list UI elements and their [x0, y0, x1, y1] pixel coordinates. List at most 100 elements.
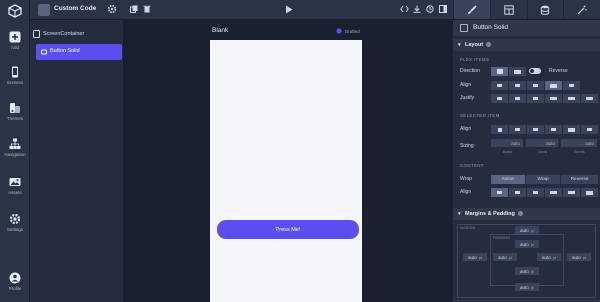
selected-align-label: Align: [460, 126, 472, 132]
duplicate-icon[interactable]: [130, 5, 138, 13]
direction-column-button[interactable]: [491, 67, 508, 76]
align-end-icon: [551, 128, 556, 131]
tab-layout[interactable]: [489, 0, 527, 19]
padding-left-value: auto: [497, 254, 507, 260]
code-icon[interactable]: [400, 5, 409, 13]
tab-data[interactable]: [526, 0, 564, 19]
project-name[interactable]: Custom Code: [54, 5, 96, 12]
sitemap-icon: [9, 138, 21, 149]
download-icon[interactable]: [413, 5, 421, 13]
play-icon[interactable]: [285, 5, 293, 14]
margin-right-field[interactable]: auto pt: [567, 253, 591, 261]
rail-screens[interactable]: Screens: [0, 66, 30, 85]
content-align-center-button[interactable]: [509, 188, 526, 197]
margins-section-title: Margins & Padding: [465, 211, 515, 217]
self-align-start-button[interactable]: [509, 125, 526, 134]
align-baseline-button[interactable]: [563, 81, 580, 90]
padding-bottom-field[interactable]: auto pt: [515, 267, 539, 275]
rail-settings[interactable]: Settings: [0, 213, 30, 232]
unit-label: pt: [530, 241, 535, 247]
screen-title: Blank: [212, 27, 229, 34]
collapse-panel-icon[interactable]: [439, 5, 447, 13]
padding-right-field[interactable]: auto pt: [537, 253, 561, 261]
tab-style[interactable]: [453, 0, 490, 19]
self-align-end-button[interactable]: [545, 125, 562, 134]
wrap-wrap-option[interactable]: Wrap: [526, 175, 560, 184]
content-align-start-button[interactable]: [491, 188, 508, 197]
justify-between-button[interactable]: [545, 94, 562, 103]
button-component-icon: [41, 49, 47, 55]
magic-wand-icon: [577, 5, 587, 14]
rail-profile[interactable]: Profile: [0, 272, 30, 291]
layout-section-header[interactable]: ▾ Layout: [453, 39, 600, 51]
padding-bottom-value: auto: [519, 268, 529, 274]
sizing-grow-input[interactable]: auto: [526, 139, 558, 147]
rail-profile-label: Profile: [8, 286, 22, 291]
rail-add-label: Add: [10, 45, 19, 50]
padding-left-field[interactable]: auto pt: [493, 253, 517, 261]
direction-row-button[interactable]: [509, 67, 526, 76]
sizing-shrink-input[interactable]: auto: [561, 139, 597, 147]
margin-bottom-value: auto: [519, 284, 529, 290]
justify-evenly-button[interactable]: [581, 94, 598, 103]
content-align-stretch-button[interactable]: [581, 188, 598, 197]
unit-label: pt: [530, 268, 535, 274]
tree-item-label: ScreenContainer: [43, 31, 85, 37]
align-stretch-button[interactable]: [545, 81, 562, 90]
justify-end-button[interactable]: [527, 94, 544, 103]
app-logo-icon[interactable]: [6, 3, 24, 19]
self-align-center-button[interactable]: [527, 125, 544, 134]
rail-screens-label: Screens: [6, 80, 24, 85]
self-align-stretch-button[interactable]: [563, 125, 580, 134]
content-align-around-button[interactable]: [563, 188, 580, 197]
tab-interactions[interactable]: [563, 0, 600, 19]
wrap-reverse-option[interactable]: Reverse: [561, 175, 598, 184]
trash-icon[interactable]: [143, 5, 151, 13]
rail-add[interactable]: Add: [0, 31, 30, 50]
unit-label: pt: [530, 284, 535, 290]
rail-navigation[interactable]: Navigation: [0, 138, 30, 157]
rail-assets[interactable]: Assets: [0, 176, 30, 195]
tree-item-button-solid[interactable]: Button Solid: [36, 44, 122, 60]
plus-icon: [9, 31, 21, 43]
self-align-none-button[interactable]: [491, 125, 508, 134]
rail-navigation-label: Navigation: [4, 152, 26, 157]
padding-top-value: auto: [519, 241, 529, 247]
shrink-caption: Shrink: [574, 150, 585, 154]
direction-buttons: [491, 67, 526, 76]
press-me-button[interactable]: Press Me!: [217, 220, 359, 239]
align-end-button[interactable]: [527, 81, 544, 90]
padding-top-field[interactable]: auto pt: [515, 240, 539, 248]
align-start-icon: [497, 191, 502, 194]
align-center-button[interactable]: [509, 81, 526, 90]
align-start-button[interactable]: [491, 81, 508, 90]
reverse-label: Reverse: [549, 68, 568, 74]
unit-label: pt: [478, 254, 483, 260]
align-stretch-icon: [568, 127, 575, 132]
content-align-end-button[interactable]: [527, 188, 544, 197]
history-icon[interactable]: [426, 5, 434, 13]
project-settings-icon[interactable]: [107, 4, 117, 14]
info-icon[interactable]: [517, 211, 523, 217]
margins-section-header[interactable]: ▾ Margins & Padding: [453, 208, 600, 220]
justify-around-button[interactable]: [563, 94, 580, 103]
margin-left-field[interactable]: auto pt: [463, 253, 487, 261]
phone-preview[interactable]: Press Me!: [210, 40, 362, 302]
margin-top-field[interactable]: auto pt: [515, 226, 539, 234]
justify-evenly-icon: [586, 97, 593, 100]
component-icon: [460, 24, 468, 32]
rail-themes[interactable]: Themes: [0, 102, 30, 121]
tree-item-screencontainer[interactable]: ScreenContainer: [33, 30, 84, 38]
wrap-none-option[interactable]: None: [491, 175, 525, 184]
margin-bottom-field[interactable]: auto pt: [515, 283, 539, 291]
self-align-baseline-button[interactable]: [581, 125, 598, 134]
content-align-between-button[interactable]: [545, 188, 562, 197]
reverse-toggle[interactable]: [529, 68, 541, 74]
sizing-basis-input[interactable]: auto: [491, 139, 523, 147]
justify-start-button[interactable]: [491, 94, 508, 103]
layout-section-title: Layout: [465, 42, 484, 48]
info-icon[interactable]: [486, 42, 492, 48]
draft-status: Drafted: [336, 28, 360, 34]
align-center-icon: [533, 128, 538, 131]
justify-center-button[interactable]: [509, 94, 526, 103]
